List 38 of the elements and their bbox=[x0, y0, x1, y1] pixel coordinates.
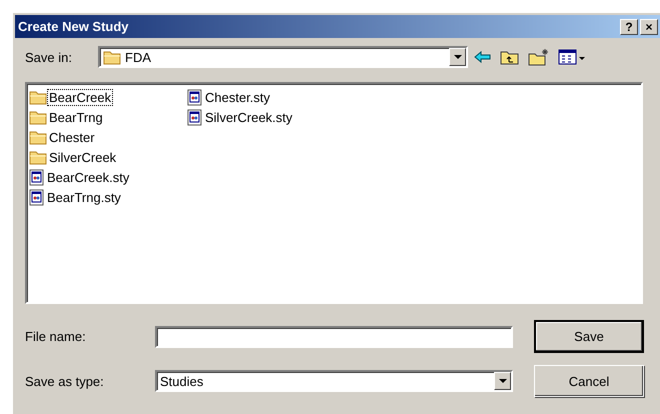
file-list-item[interactable]: BearCreek.sty bbox=[29, 167, 187, 187]
file-list-item[interactable]: SilverCreek bbox=[29, 147, 187, 167]
save-in-dropdown[interactable]: FDA bbox=[98, 46, 468, 68]
save-in-value: FDA bbox=[125, 50, 151, 64]
document-icon bbox=[187, 108, 203, 126]
window-title: Create New Study bbox=[18, 19, 130, 34]
view-menu-icon[interactable] bbox=[558, 49, 586, 65]
folder-icon bbox=[29, 110, 47, 124]
file-list-item[interactable]: SilverCreek.sty bbox=[187, 107, 345, 127]
file-name-label: File name: bbox=[25, 329, 87, 344]
file-list-item[interactable]: BearCreek bbox=[29, 87, 187, 107]
file-list-item[interactable]: BearTrng bbox=[29, 107, 187, 127]
save-as-type-dropdown[interactable]: Studies bbox=[155, 370, 513, 392]
save-as-type-value: Studies bbox=[160, 374, 204, 388]
folder-icon bbox=[29, 130, 47, 144]
caret-icon bbox=[454, 54, 462, 60]
up-folder-icon[interactable] bbox=[500, 49, 520, 65]
caret-icon bbox=[498, 378, 506, 384]
save-button[interactable]: Save bbox=[534, 320, 644, 353]
document-icon bbox=[187, 88, 203, 106]
file-list-item[interactable]: Chester bbox=[29, 127, 187, 147]
folder-icon bbox=[103, 50, 121, 64]
folder-icon bbox=[29, 90, 47, 104]
dropdown-button[interactable] bbox=[494, 372, 511, 390]
file-list-item[interactable]: Chester.sty bbox=[187, 87, 345, 107]
folder-icon bbox=[29, 150, 47, 164]
dropdown-button[interactable] bbox=[449, 48, 466, 66]
cancel-button[interactable]: Cancel bbox=[534, 365, 644, 397]
close-button[interactable]: × bbox=[640, 18, 658, 34]
file-list-item[interactable]: BearTrng.sty bbox=[29, 187, 187, 207]
save-as-type-label: Save as type: bbox=[25, 374, 105, 388]
document-icon bbox=[29, 188, 45, 206]
help-button[interactable]: ? bbox=[620, 18, 638, 34]
back-arrow-icon[interactable] bbox=[474, 50, 492, 64]
new-folder-icon[interactable] bbox=[528, 48, 550, 66]
save-in-label: Save in: bbox=[25, 50, 73, 64]
file-name-field[interactable] bbox=[155, 326, 513, 348]
document-icon bbox=[29, 168, 45, 186]
